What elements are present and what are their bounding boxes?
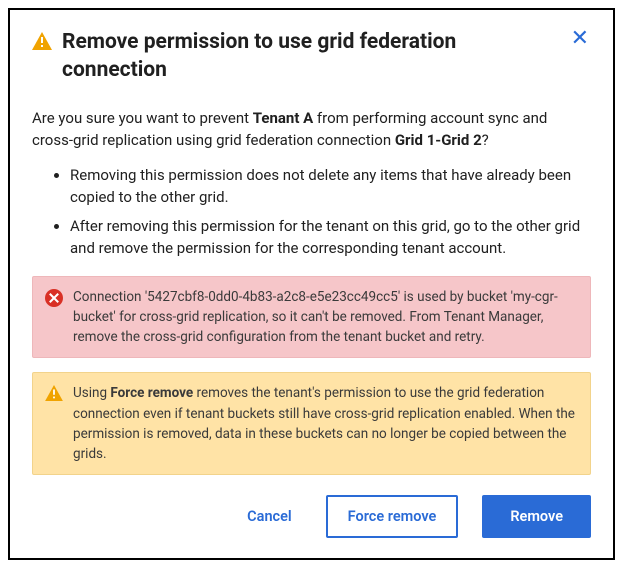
connection-name: Grid 1-Grid 2 [395,131,482,149]
confirmation-text: Are you sure you want to prevent Tenant … [32,107,591,152]
warn-pre: Using [73,385,110,401]
dialog-title: Remove permission to use grid federation… [62,28,559,85]
error-alert: Connection '5427cbf8-0dd0-4b83-a2c8-e5e2… [32,276,591,359]
error-icon [45,289,63,307]
error-text: Connection '5427cbf8-0dd0-4b83-a2c8-e5e2… [73,287,578,348]
remove-button[interactable]: Remove [482,495,591,538]
intro-pre: Are you sure you want to prevent [32,109,253,127]
warning-icon [45,385,63,403]
intro-post: ? [482,131,489,149]
list-item: After removing this permission for the t… [70,215,591,260]
warning-alert: Using Force remove removes the tenant's … [32,372,591,475]
tenant-name: Tenant A [253,109,313,127]
remove-permission-dialog: Remove permission to use grid federation… [8,8,615,560]
dialog-header: Remove permission to use grid federation… [32,28,591,85]
force-remove-button[interactable]: Force remove [326,495,459,538]
close-icon[interactable]: ✕ [569,28,591,50]
info-list: Removing this permission does not delete… [32,164,591,260]
cancel-button[interactable]: Cancel [237,496,302,537]
dialog-actions: Cancel Force remove Remove [237,495,591,538]
warning-text: Using Force remove removes the tenant's … [73,383,578,464]
list-item: Removing this permission does not delete… [70,164,591,209]
warn-strong: Force remove [110,385,193,401]
warning-icon [32,32,52,50]
